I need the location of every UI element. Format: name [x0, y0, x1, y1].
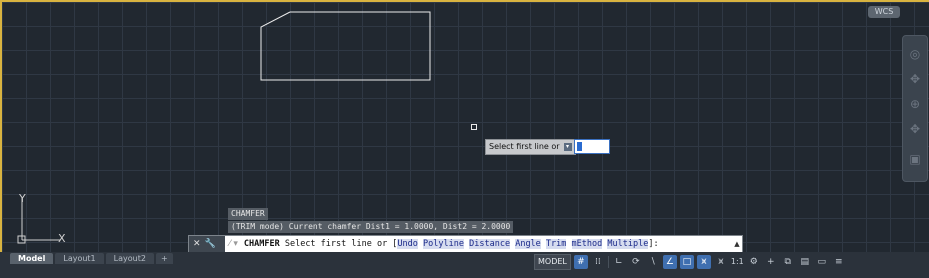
tab-model[interactable]: Model: [10, 253, 54, 264]
status-toggles: MODEL # ⁞⁞ ∟ ⟳ ∖ ∠ □ ⩙ ⩙ 1:1 ⚙ + ⧉ ▤ ▭ ≡: [534, 254, 846, 270]
option-trim[interactable]: Trim: [545, 239, 567, 249]
tab-layout2[interactable]: Layout2: [105, 253, 154, 264]
fullscreen-icon[interactable]: ▭: [815, 255, 829, 269]
option-distance[interactable]: Distance: [469, 239, 511, 249]
tab-add[interactable]: +: [155, 253, 173, 264]
status-separator: [607, 256, 609, 268]
otrack-icon[interactable]: ∠: [662, 255, 677, 269]
ucs-icon: Y X: [17, 192, 66, 244]
command-prompt-text: Select first line or [: [284, 239, 398, 249]
zoom-icon[interactable]: ⊕: [907, 96, 923, 112]
pan-icon[interactable]: ✥: [907, 71, 923, 87]
command-name: CHAMFER: [243, 239, 280, 249]
ucs-y-label: Y: [18, 192, 26, 205]
ucs-x-label: X: [58, 232, 66, 244]
dynamic-input-tooltip: Select first line or ▾: [485, 139, 576, 155]
option-multiple[interactable]: Multiple: [607, 239, 649, 249]
dynamic-input-field[interactable]: [574, 139, 610, 154]
cursor-pickbox: [471, 124, 477, 130]
prompt-icon[interactable]: ⁄ ▾: [229, 239, 238, 249]
command-suffix: ]:: [648, 239, 659, 249]
customize-menu-icon[interactable]: ≡: [832, 255, 846, 269]
close-icon[interactable]: ✕: [193, 239, 201, 249]
option-angle[interactable]: Angle: [515, 239, 541, 249]
option-method[interactable]: mEthod: [571, 239, 603, 249]
grid-icon[interactable]: #: [573, 255, 588, 269]
drawing-area[interactable]: WCS ◎ ✥ ⊕ ✥ ▣ Select first line or ▾ Y X…: [2, 2, 929, 252]
wrench-icon[interactable]: 🔧: [205, 239, 216, 249]
chamfer-polyline: [260, 11, 431, 81]
layout-tabs: Model Layout1 Layout2 +: [10, 253, 173, 264]
annotation-scale[interactable]: 1:1: [731, 255, 744, 269]
orbit-icon[interactable]: ✥: [907, 121, 923, 137]
snap-icon[interactable]: ⁞⁞: [591, 255, 605, 269]
navigation-bar[interactable]: ◎ ✥ ⊕ ✥ ▣: [902, 35, 928, 182]
command-prompt[interactable]: CHAMFER Select first line or [Undo Polyl…: [244, 239, 659, 249]
annotation-visibility-icon[interactable]: ⩙: [696, 255, 711, 269]
steering-wheel-icon[interactable]: ◎: [907, 46, 923, 62]
showmotion-icon[interactable]: ▣: [907, 151, 923, 167]
workspace-gear-icon[interactable]: ⚙: [747, 255, 761, 269]
auto-scale-icon[interactable]: ⩙: [714, 255, 728, 269]
history-scroll-icon[interactable]: ▲: [732, 240, 742, 248]
model-space-button[interactable]: MODEL: [534, 254, 571, 270]
osnap-icon[interactable]: ∖: [646, 255, 660, 269]
dynamic-input-icon[interactable]: □: [679, 255, 694, 269]
options-arrow-icon[interactable]: ▾: [563, 143, 572, 151]
viewcube-wcs-label[interactable]: WCS: [868, 6, 900, 18]
option-polyline[interactable]: Polyline: [423, 239, 464, 249]
hardware-accel-icon[interactable]: ▤: [798, 255, 812, 269]
command-line[interactable]: ✕ 🔧 ⁄ ▾ CHAMFER Select first line or [Un…: [188, 235, 743, 253]
ortho-icon[interactable]: ∟: [612, 255, 626, 269]
polar-icon[interactable]: ⟳: [629, 255, 643, 269]
tab-layout1[interactable]: Layout1: [55, 253, 104, 264]
command-history-line-1: CHAMFER: [228, 208, 268, 220]
isolate-icon[interactable]: ⧉: [781, 255, 795, 269]
dynamic-input-prompt: Select first line or: [489, 142, 560, 151]
option-undo[interactable]: Undo: [397, 239, 418, 249]
input-caret: [577, 142, 582, 151]
command-history-line-2: (TRIM mode) Current chamfer Dist1 = 1.00…: [228, 221, 514, 233]
plus-icon[interactable]: +: [764, 255, 778, 269]
command-line-handle[interactable]: ✕ 🔧: [189, 236, 225, 252]
drawing-canvas[interactable]: [2, 2, 929, 252]
